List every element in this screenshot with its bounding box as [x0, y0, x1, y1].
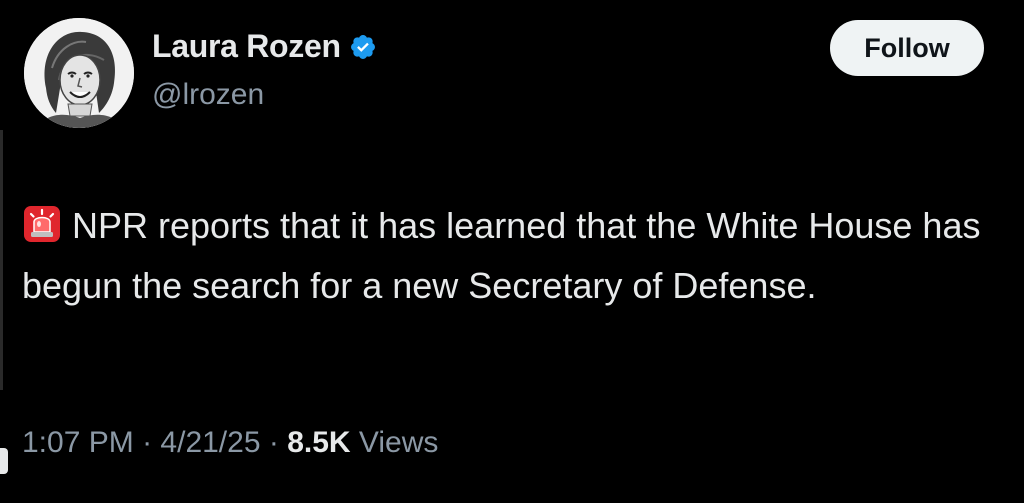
author-name-row: Laura Rozen — [152, 28, 377, 65]
tweet-time[interactable]: 1:07 PM — [22, 426, 134, 459]
author-display-name[interactable]: Laura Rozen — [152, 28, 341, 65]
tweet-text: NPR reports that it has learned that the… — [22, 196, 1007, 316]
tweet-meta: 1:07 PM · 4/21/25 · 8.5K Views — [22, 426, 438, 460]
left-edge-divider — [0, 130, 3, 390]
verified-badge-icon[interactable] — [349, 33, 377, 61]
tweet-body: NPR reports that it has learned that the… — [22, 205, 981, 306]
views-count[interactable]: 8.5K — [287, 426, 350, 459]
avatar[interactable] — [24, 18, 134, 128]
tweet-date[interactable]: 4/21/25 — [160, 426, 260, 459]
scroll-indicator — [0, 448, 8, 474]
meta-separator: · — [268, 426, 279, 459]
meta-separator: · — [142, 426, 153, 459]
author-handle[interactable]: @lrozen — [152, 78, 264, 112]
views-label[interactable]: Views — [359, 426, 438, 459]
caricature-portrait-avatar — [24, 18, 134, 128]
follow-button[interactable]: Follow — [830, 20, 984, 76]
police-siren-icon — [24, 206, 60, 242]
